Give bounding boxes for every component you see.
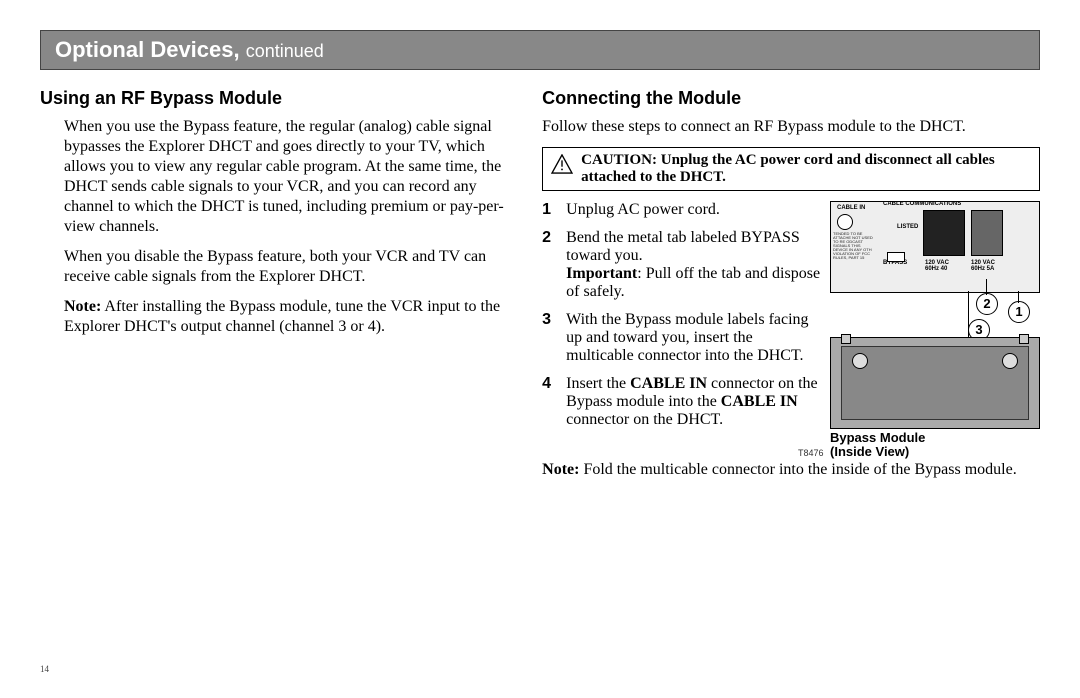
diagram-caption: Bypass Module (Inside View) [830, 431, 1040, 460]
callout-1: 1 [1008, 301, 1030, 323]
left-column: Using an RF Bypass Module When you use t… [40, 84, 514, 490]
note-text: After installing the Bypass module, tune… [64, 298, 500, 335]
port-outlet [923, 210, 965, 256]
left-heading: Using an RF Bypass Module [40, 88, 514, 109]
left-para-1: When you use the Bypass feature, the reg… [64, 117, 514, 237]
mount-tab-r [1019, 334, 1029, 344]
step-text: With the Bypass module labels facing up … [566, 311, 822, 365]
step-3: 3 With the Bypass module labels facing u… [542, 311, 822, 365]
step-4: 4 Insert the CABLE IN connector on the B… [542, 375, 822, 429]
note-label: Note: [542, 461, 579, 478]
note-label: Note: [64, 298, 101, 315]
label-vac1: 120 VAC 60Hz 40 [925, 260, 955, 272]
note-text: Fold the multicable connector into the i… [579, 461, 1016, 478]
step-text: Bend the metal tab labeled BYPASS toward… [566, 229, 822, 301]
step-text: Insert the CABLE IN connector on the Byp… [566, 375, 822, 429]
step-num: 1 [542, 201, 556, 219]
header-continued: continued [246, 41, 324, 61]
step-text: Unplug AC power cord. [566, 201, 822, 219]
s4-post: connector on the DHCT. [566, 411, 723, 428]
label-cable-in: CABLE IN [837, 205, 865, 211]
right-content: 1 Unplug AC power cord. 2 Bend the metal… [542, 201, 1040, 460]
t-code: T8476 [798, 448, 824, 458]
arrow-2 [986, 279, 987, 295]
module-port [852, 353, 868, 369]
step-num: 3 [542, 311, 556, 365]
dhct-back-panel: CABLE IN CABLE COMMUNICATIONS BYPASS 120… [830, 201, 1040, 293]
s4-pre: Insert the [566, 375, 630, 392]
important-label: Important [566, 265, 637, 282]
bypass-module-box [830, 337, 1040, 429]
left-para-2: When you disable the Bypass feature, bot… [64, 247, 514, 287]
s4-bold1: CABLE IN [630, 375, 707, 392]
caption-2: (Inside View) [830, 444, 909, 459]
caution-text-wrap: CAUTION: Unplug the AC power cord and di… [581, 152, 1031, 186]
callout-2: 2 [976, 293, 998, 315]
right-intro: Follow these steps to connect an RF Bypa… [542, 117, 1040, 137]
port-power [971, 210, 1003, 256]
caution-box: CAUTION: Unplug the AC power cord and di… [542, 147, 1040, 191]
fine-print: TENDED TO BE ATTACHE NOT USED TO RE ODCA… [833, 232, 873, 260]
label-ul: LISTED [897, 224, 918, 230]
caption-1: Bypass Module [830, 430, 925, 445]
right-column: Connecting the Module Follow these steps… [542, 84, 1040, 490]
caution-label: CAUTION: [581, 152, 657, 168]
content-columns: Using an RF Bypass Module When you use t… [40, 84, 1040, 490]
warning-icon [551, 154, 573, 174]
section-header: Optional Devices, continued [40, 30, 1040, 70]
mount-tab-l [841, 334, 851, 344]
right-heading: Connecting the Module [542, 88, 1040, 109]
right-note: Note: Fold the multicable connector into… [542, 460, 1040, 480]
step-2: 2 Bend the metal tab labeled BYPASS towa… [542, 229, 822, 301]
step-pre: Bend the metal tab labeled BYPASS toward… [566, 229, 800, 264]
step-num: 4 [542, 375, 556, 429]
s4-bold2: CABLE IN [721, 393, 798, 410]
module-port-2 [1002, 353, 1018, 369]
module-inner [841, 346, 1029, 420]
header-title: Optional Devices, [55, 37, 240, 62]
label-vac2: 120 VAC 60Hz 5A [971, 260, 1001, 272]
page-number: 14 [40, 664, 49, 674]
step-num: 2 [542, 229, 556, 301]
port-cable-in [837, 214, 853, 230]
port-bypass-tab [887, 252, 905, 262]
step-1: 1 Unplug AC power cord. [542, 201, 822, 219]
label-cable-comms: CABLE COMMUNICATIONS [883, 201, 961, 207]
steps-column: 1 Unplug AC power cord. 2 Bend the metal… [542, 201, 822, 460]
diagram: CABLE IN CABLE COMMUNICATIONS BYPASS 120… [830, 201, 1040, 460]
arrow-1 [1018, 291, 1019, 303]
left-note: Note: After installing the Bypass module… [64, 297, 514, 337]
